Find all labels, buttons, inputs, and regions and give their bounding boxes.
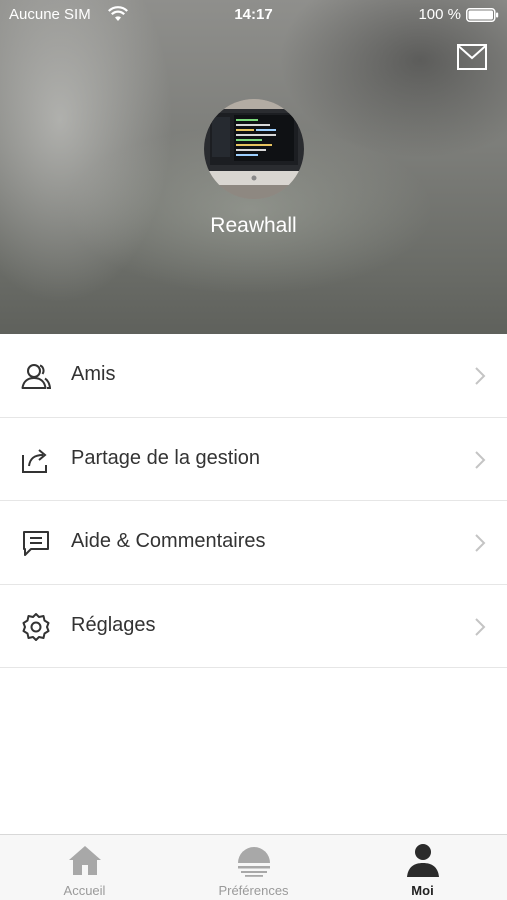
tab-moi[interactable]: Moi [338,835,507,900]
tab-label-accueil: Accueil [63,883,106,898]
menu-item-aide[interactable]: Aide & Commentaires [0,501,507,585]
menu-item-reglages[interactable]: Réglages [0,584,507,668]
battery-percentage: 100 % [418,6,461,23]
profile-menu: Amis Partage de la gestion Aide & Commen… [0,334,507,668]
profile-header: Aucune SIM 14:17 100 % Reawhall [0,0,507,334]
avatar[interactable] [204,99,304,199]
menu-item-amis[interactable]: Amis [0,334,507,418]
tab-accueil[interactable]: Accueil [0,835,169,900]
menu-label-amis: Amis [71,363,116,385]
friends-icon [21,364,51,389]
menu-label-partage: Partage de la gestion [71,446,261,469]
home-icon [69,846,101,875]
menu-label-reglages: Réglages [71,613,156,636]
menu-label-aide: Aide & Commentaires [71,530,266,552]
tab-preferences[interactable]: Préférences [169,835,338,900]
envelope-icon[interactable] [456,42,488,72]
chevron-right-icon [475,367,486,385]
share-icon [22,448,47,473]
gear-icon [22,612,50,641]
chevron-right-icon [475,617,486,636]
tab-label-preferences: Préférences [218,883,289,898]
avatar-photo [204,99,304,199]
status-bar: Aucune SIM 14:17 100 % [0,0,507,30]
chevron-right-icon [475,534,486,552]
menu-item-partage[interactable]: Partage de la gestion [0,417,507,501]
person-icon [407,844,439,877]
tab-label-moi: Moi [411,883,434,898]
sunset-icon [238,847,270,877]
tab-bar: Accueil Préférences Moi [0,834,507,900]
chat-icon [23,531,49,556]
battery-icon [466,8,499,22]
chevron-right-icon [475,450,486,469]
username: Reawhall [210,214,297,237]
